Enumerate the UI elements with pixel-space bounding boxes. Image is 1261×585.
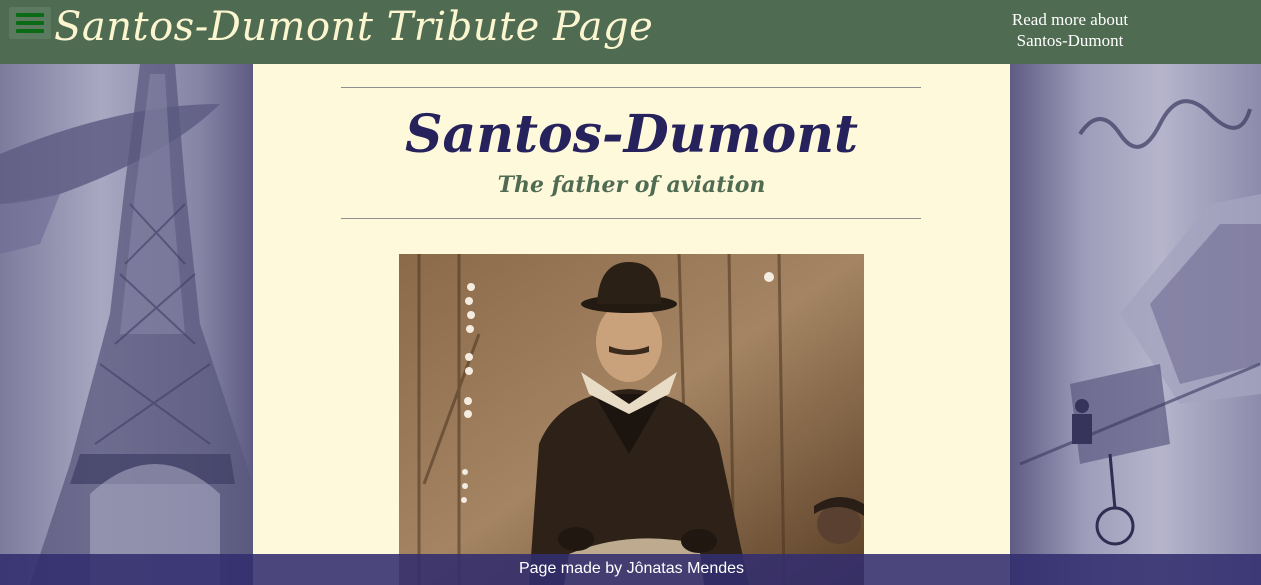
airplane-illustration — [1019, 99, 1261, 546]
read-more-line-1: Read more about — [1011, 10, 1129, 29]
read-more-link[interactable]: Read more about Santos-Dumont — [995, 9, 1145, 51]
read-more-line-2: Santos-Dumont — [1016, 31, 1124, 50]
page-title: Santos-Dumont — [404, 104, 859, 165]
footer-credit: Page made by Jônatas Mendes — [518, 560, 745, 577]
divider-top — [341, 87, 921, 88]
main-content: Santos-Dumont The father of aviation — [253, 64, 1010, 585]
portrait-photo — [399, 254, 864, 585]
site-title: Santos-Dumont Tribute Page — [54, 4, 654, 50]
page-subtitle: The father of aviation — [497, 172, 766, 198]
background-image-eiffel-tower — [0, 64, 253, 585]
footer-bar: Page made by Jônatas Mendes — [0, 554, 1261, 585]
background-image-airplane — [1010, 64, 1261, 585]
santos-dumont-portrait — [399, 254, 864, 585]
divider-bottom — [341, 218, 921, 219]
eiffel-tower-illustration — [0, 64, 253, 585]
hamburger-menu-icon[interactable] — [9, 7, 51, 39]
top-navbar: Santos-Dumont Tribute Page Read more abo… — [0, 0, 1261, 64]
